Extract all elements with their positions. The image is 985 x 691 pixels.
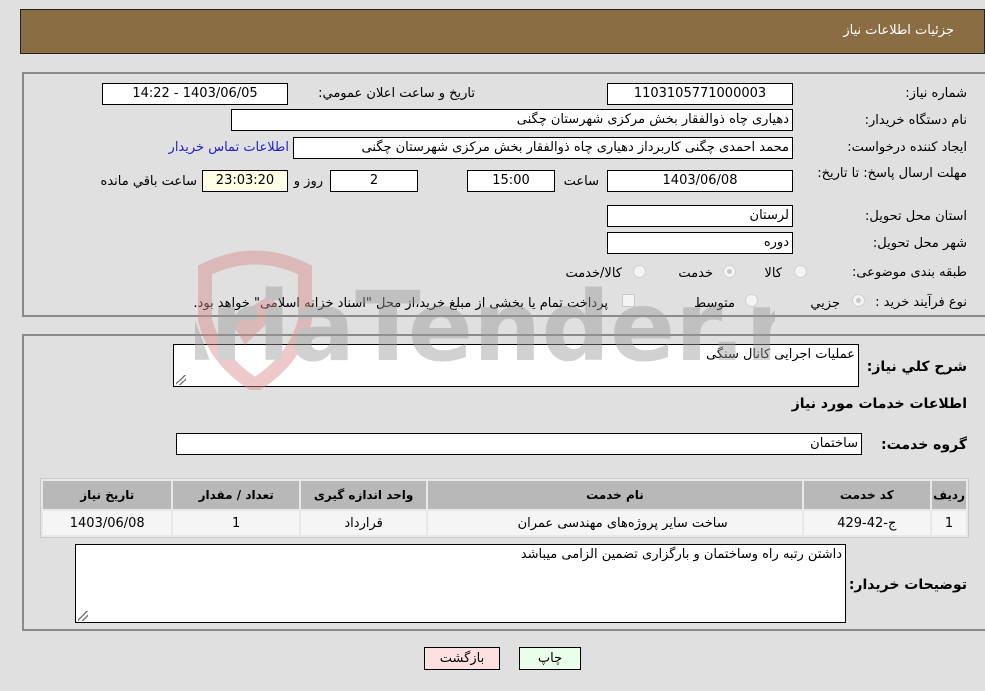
time-remaining-field: 23:03:20 — [202, 170, 288, 192]
page-header: جزئیات اطلاعات نیاز — [20, 9, 985, 54]
resize-grip-icon[interactable] — [176, 375, 186, 385]
deadline-label: مهلت ارسال پاسخ: تا تاریخ: — [817, 166, 967, 181]
cell-quantity: 1 — [173, 511, 299, 535]
city-field: دوره — [607, 232, 793, 254]
cell-name: ساخت سایر پروژه‌های مهندسی عمران — [428, 511, 802, 535]
description-textarea[interactable]: عملیات اجرایی کانال سنگی — [173, 344, 859, 387]
need-number-label: شماره نیاز: — [905, 86, 967, 101]
page-title: جزئیات اطلاعات نیاز — [843, 23, 954, 38]
cell-date: 1403/06/08 — [43, 511, 172, 535]
table-row: 1 ج-42-429 ساخت سایر پروژه‌های مهندسی عم… — [43, 511, 966, 535]
services-table: ردیف کد خدمت نام خدمت واحد اندازه گیری ت… — [40, 478, 969, 538]
print-button[interactable]: چاپ — [519, 647, 581, 670]
buyer-contact-link[interactable]: اطلاعات تماس خریدار — [169, 140, 289, 155]
requester-label: ایجاد کننده درخواست: — [847, 140, 967, 155]
time-remaining-label: ساعت باقي مانده — [100, 174, 197, 189]
resize-grip-icon[interactable] — [78, 611, 88, 621]
col-header-code: کد خدمت — [803, 481, 931, 509]
deadline-time-field: 15:00 — [467, 170, 555, 192]
treasury-checkbox[interactable] — [622, 294, 635, 307]
category-option-service: خدمت — [678, 266, 713, 281]
deadline-date-field: 1403/06/08 — [607, 170, 793, 192]
province-field: لرستان — [607, 205, 793, 227]
category-radio-goods[interactable] — [794, 265, 807, 278]
days-label: روز و — [293, 174, 323, 189]
back-button[interactable]: بازگشت — [424, 647, 500, 670]
days-remaining-field: 2 — [330, 170, 418, 192]
announce-datetime-label: تاریخ و ساعت اعلان عمومي: — [318, 86, 475, 101]
buyer-org-field: دهیاری چاه ذوالفقار بخش مرکزی شهرستان چگ… — [231, 109, 793, 131]
city-label: شهر محل تحویل: — [872, 236, 967, 251]
category-option-goods: کالا — [764, 266, 782, 281]
cell-unit: قرارداد — [300, 511, 427, 535]
requester-field: محمد احمدی چگنی کاربرداز دهیاری چاه ذوال… — [293, 137, 793, 159]
need-number-field: 1103105771000003 — [607, 83, 793, 105]
table-header-row: ردیف کد خدمت نام خدمت واحد اندازه گیری ت… — [43, 481, 966, 509]
cell-code: ج-42-429 — [803, 511, 931, 535]
category-option-goods-service: کالا/خدمت — [565, 266, 622, 281]
process-type-label: نوع فرآیند خرید : — [875, 295, 967, 310]
col-header-unit: واحد اندازه گیری — [300, 481, 427, 509]
province-label: استان محل تحویل: — [865, 209, 967, 224]
cell-row: 1 — [932, 511, 966, 535]
col-header-row: ردیف — [932, 481, 966, 509]
buyer-notes-textarea[interactable]: داشتن رتبه راه وساختمان و بارگزاری تضمین… — [75, 544, 846, 623]
buyer-notes-label: توضیحات خریدار: — [848, 577, 967, 593]
category-radio-service[interactable] — [723, 265, 736, 278]
buyer-org-label: نام دستگاه خریدار: — [864, 113, 967, 128]
process-radio-medium[interactable] — [745, 294, 758, 307]
description-label: شرح کلي نیاز: — [866, 359, 967, 375]
deadline-time-label: ساعت — [563, 174, 599, 189]
col-header-date: تاریخ نیاز — [43, 481, 172, 509]
process-option-medium: متوسط — [694, 296, 735, 311]
services-title: اطلاعات خدمات مورد نیاز — [791, 396, 967, 412]
col-header-name: نام خدمت — [428, 481, 802, 509]
description-text: عملیات اجرایی کانال سنگی — [706, 347, 855, 362]
buyer-notes-text: داشتن رتبه راه وساختمان و بارگزاری تضمین… — [520, 547, 842, 562]
col-header-quantity: تعداد / مقدار — [173, 481, 299, 509]
category-radio-goods-service[interactable] — [633, 265, 646, 278]
service-group-field: ساختمان — [176, 433, 862, 455]
process-radio-minor[interactable] — [852, 294, 865, 307]
announce-datetime-field: 1403/06/05 - 14:22 — [102, 83, 288, 105]
category-label: طبقه بندی موضوعی: — [851, 265, 967, 280]
treasury-note: پرداخت تمام یا بخشی از مبلغ خرید،از محل … — [193, 296, 608, 311]
service-group-label: گروه خدمت: — [881, 437, 967, 453]
process-option-minor: جزيي — [810, 296, 840, 311]
